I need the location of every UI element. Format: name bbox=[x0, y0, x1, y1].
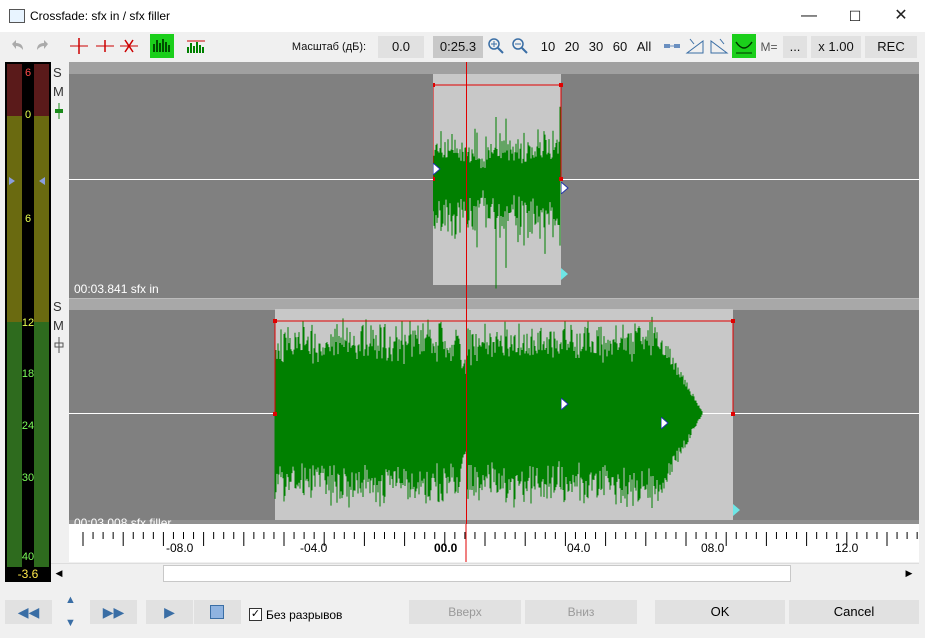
scale-value-field[interactable]: 0.0 bbox=[378, 36, 424, 58]
scale-label: Масштаб (дБ): bbox=[291, 41, 367, 53]
track1-fade-out-marker-icon[interactable] bbox=[561, 182, 569, 194]
nudge-up-button[interactable]: ▲ bbox=[53, 589, 88, 611]
link-icon[interactable] bbox=[661, 35, 683, 57]
crossfade-curve-icon[interactable] bbox=[732, 34, 756, 58]
ruler-label: -08.0 bbox=[166, 541, 194, 555]
track-area[interactable]: 00:03.841 sfx in 00:03.008 sfx filler bbox=[69, 62, 919, 524]
zoom-30-button[interactable]: 30 bbox=[585, 36, 607, 58]
move-up-button[interactable]: Вверх bbox=[409, 600, 521, 624]
waveform-view-icon[interactable] bbox=[150, 34, 174, 58]
track2-mute-button[interactable]: M bbox=[53, 318, 64, 333]
seamless-checkbox[interactable]: ✓ bbox=[249, 608, 262, 621]
horizontal-scrollbar[interactable]: ◀ ▶ bbox=[51, 563, 919, 582]
fade-out-icon[interactable] bbox=[708, 35, 730, 57]
track2-fade-out-marker-icon[interactable] bbox=[661, 417, 669, 429]
redo-icon[interactable] bbox=[32, 35, 54, 57]
meter-label: 6 bbox=[24, 213, 32, 225]
app-icon bbox=[9, 9, 25, 23]
meter-label: 24 bbox=[21, 420, 35, 432]
zoom-out-icon[interactable] bbox=[509, 35, 531, 57]
fast-forward-icon: ▶▶ bbox=[102, 604, 125, 620]
rewind-icon: ◀◀ bbox=[17, 604, 40, 620]
window-title: Crossfade: sfx in / sfx filler bbox=[30, 9, 171, 23]
track2-fade-in-marker-icon[interactable] bbox=[561, 398, 569, 410]
meter-label: 30 bbox=[21, 472, 35, 484]
meter-readout: -3.6 bbox=[5, 567, 51, 582]
play-icon: ▶ bbox=[164, 604, 175, 620]
ruler-label: 12.0 bbox=[835, 541, 859, 555]
meter-left-marker-icon bbox=[9, 177, 15, 185]
zoom-in-icon[interactable] bbox=[485, 35, 507, 57]
minimize-button[interactable]: — bbox=[786, 0, 832, 32]
split-icon[interactable] bbox=[94, 35, 116, 57]
speed-multiplier-field[interactable]: x 1.00 bbox=[811, 36, 861, 58]
track2-solo-button[interactable]: S bbox=[53, 299, 62, 314]
chevron-up-icon: ▲ bbox=[65, 594, 76, 606]
seamless-label: Без разрывов bbox=[266, 608, 343, 622]
meter-label: 18 bbox=[21, 368, 35, 380]
rewind-button[interactable]: ◀◀ bbox=[5, 600, 52, 624]
zoom-20-button[interactable]: 20 bbox=[561, 36, 583, 58]
track1-mute-button[interactable]: M bbox=[53, 84, 64, 99]
move-down-button[interactable]: Вниз bbox=[525, 600, 637, 624]
fade-in-icon[interactable] bbox=[684, 35, 706, 57]
time-value-field[interactable]: 0:25.3 bbox=[433, 36, 483, 58]
ruler-ticks bbox=[82, 524, 918, 562]
more-options-button[interactable]: ... bbox=[783, 36, 807, 58]
ruler-label: 08.0 bbox=[701, 541, 725, 555]
maximize-button[interactable]: ☐ bbox=[832, 0, 878, 32]
track1-volume-icon[interactable] bbox=[53, 102, 65, 120]
ruler-label: 04.0 bbox=[567, 541, 591, 555]
envelope-view-icon[interactable] bbox=[185, 35, 207, 57]
rec-button[interactable]: REC bbox=[865, 36, 917, 58]
track2-waveform bbox=[273, 316, 735, 509]
stop-icon bbox=[210, 605, 224, 619]
zoom-10-button[interactable]: 10 bbox=[537, 36, 559, 58]
toolbar: Масштаб (дБ): 0.0 0:25.3 10 20 30 60 All… bbox=[0, 32, 925, 62]
meter-right-channel bbox=[34, 64, 49, 568]
play-button[interactable]: ▶ bbox=[146, 600, 193, 624]
meter-label: 6 bbox=[24, 67, 32, 79]
edit-cursor-line[interactable] bbox=[466, 62, 467, 524]
track1-waveform bbox=[433, 83, 563, 289]
track1-header-strip bbox=[69, 62, 919, 74]
track1-info-label: 00:03.841 sfx in bbox=[74, 282, 159, 296]
split-left-icon[interactable] bbox=[68, 35, 90, 57]
title-bar: Crossfade: sfx in / sfx filler — ☐ ✕ bbox=[0, 0, 925, 32]
ok-button[interactable]: OK bbox=[655, 600, 785, 624]
meter-right-marker-icon bbox=[39, 177, 45, 185]
stop-button[interactable] bbox=[194, 600, 241, 624]
ruler-label: 00.0 bbox=[434, 541, 458, 555]
track2-volume-icon[interactable] bbox=[53, 336, 65, 354]
track1-end-marker-icon[interactable] bbox=[561, 268, 569, 280]
cancel-button[interactable]: Cancel bbox=[789, 600, 919, 624]
scroll-thumb[interactable] bbox=[163, 565, 791, 582]
meter-left-channel bbox=[7, 64, 22, 568]
meter-label: 40 bbox=[21, 551, 35, 563]
undo-icon[interactable] bbox=[6, 35, 28, 57]
nudge-down-button[interactable]: ▼ bbox=[53, 612, 88, 634]
track2-info-label: 00:03.008 sfx filler bbox=[74, 516, 172, 524]
chevron-down-icon: ▼ bbox=[65, 617, 76, 629]
scroll-left-icon[interactable]: ◀ bbox=[53, 566, 65, 580]
level-meter: 6 0 6 12 18 24 30 40 -3.6 bbox=[5, 62, 51, 582]
time-ruler[interactable]: -08.0 -04.0 00.0 04.0 08.0 12.0 bbox=[69, 524, 919, 562]
meter-label: 12 bbox=[21, 317, 35, 329]
m-equals-button[interactable]: M= bbox=[758, 36, 780, 58]
split-right-icon[interactable] bbox=[118, 35, 140, 57]
track2-end-marker-icon[interactable] bbox=[733, 504, 741, 516]
zoom-all-button[interactable]: All bbox=[632, 36, 656, 58]
meter-label: 0 bbox=[24, 109, 32, 121]
track1-fade-in-marker-icon[interactable] bbox=[433, 163, 441, 175]
fast-forward-button[interactable]: ▶▶ bbox=[90, 600, 137, 624]
ruler-label: -04.0 bbox=[300, 541, 328, 555]
close-button[interactable]: ✕ bbox=[878, 0, 924, 32]
track1-solo-button[interactable]: S bbox=[53, 65, 62, 80]
zoom-60-button[interactable]: 60 bbox=[609, 36, 631, 58]
scroll-right-icon[interactable]: ▶ bbox=[903, 566, 915, 580]
